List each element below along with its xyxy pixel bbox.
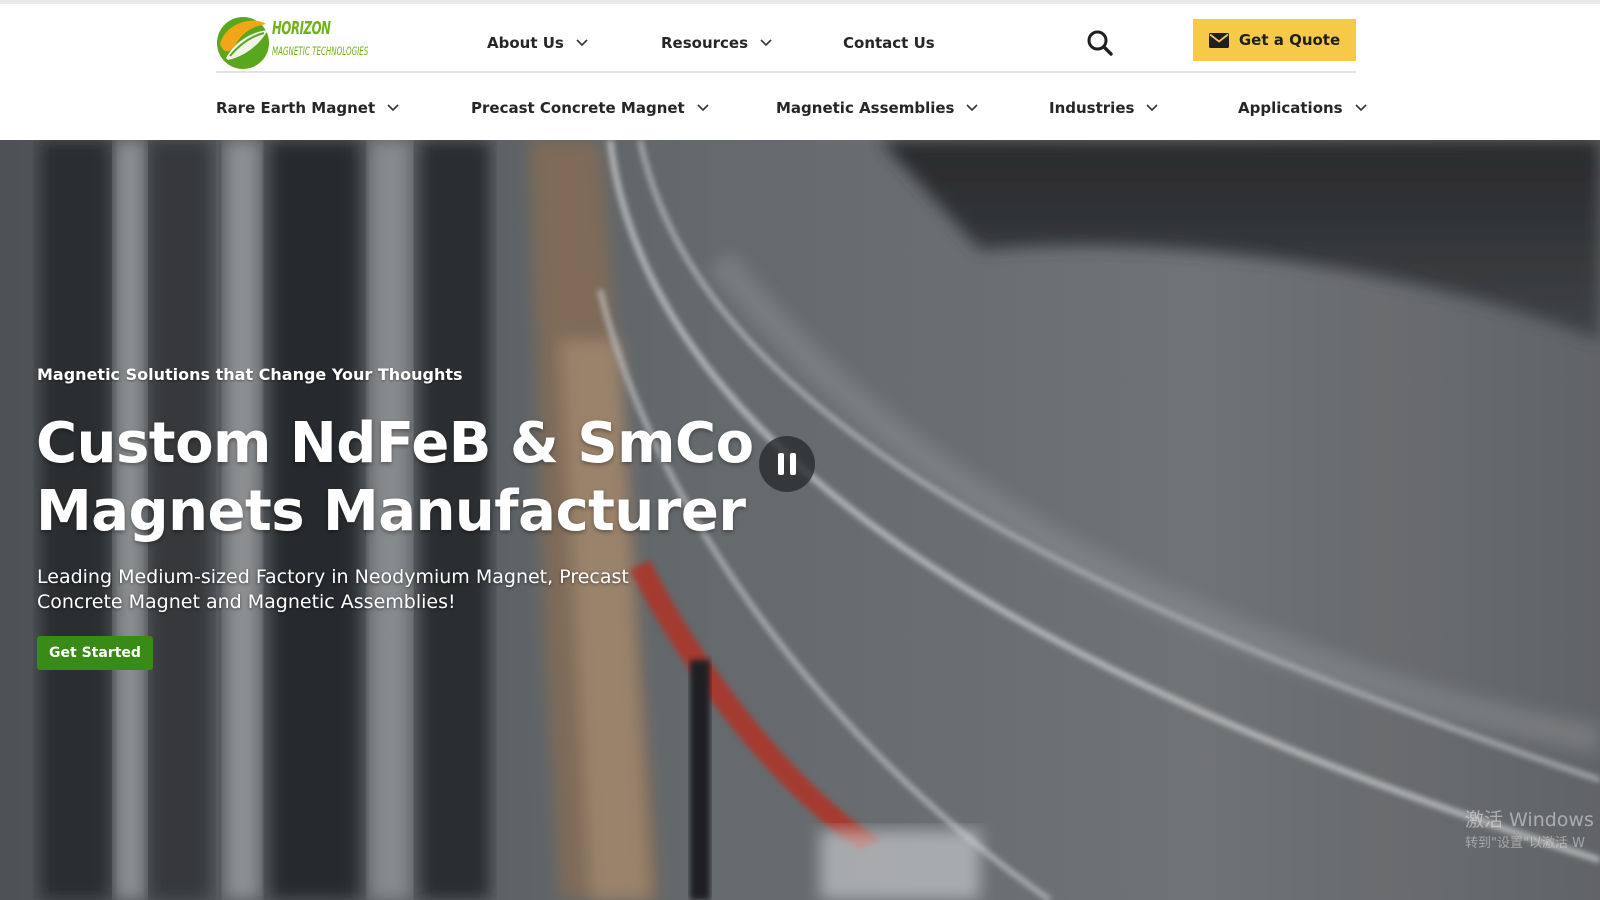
pause-icon [778, 453, 784, 475]
chevron-down-icon [697, 104, 709, 112]
chevron-down-icon [576, 39, 588, 47]
nav-precast-concrete-magnet-label: Precast Concrete Magnet [471, 99, 685, 117]
chevron-down-icon [1146, 104, 1158, 112]
hero-headline-line1: Custom NdFeB & SmCo [36, 411, 754, 476]
chevron-down-icon [760, 39, 772, 47]
chevron-down-icon [966, 104, 979, 112]
nav-about-us-label: About Us [487, 34, 564, 52]
get-a-quote-label: Get a Quote [1238, 31, 1341, 49]
nav-rare-earth-magnet-label: Rare Earth Magnet [216, 99, 376, 117]
hero-headline: Custom NdFeB & SmCo Magnets Manufacturer [36, 410, 796, 546]
hero-eyebrow: Magnetic Solutions that Change Your Thou… [37, 365, 463, 384]
nav-applications[interactable]: Applications [1238, 94, 1367, 122]
logo-leaf-icon [217, 17, 269, 69]
chevron-down-icon [1355, 104, 1367, 112]
nav-resources-label: Resources [661, 34, 749, 52]
mail-icon [1208, 32, 1229, 48]
site-logo[interactable]: HORIZON MAGNETIC TECHNOLOGIES [216, 10, 369, 70]
hero-video-banner: Magnetic Solutions that Change Your Thou… [0, 140, 1600, 900]
search-button[interactable] [1085, 28, 1115, 58]
nav-rare-earth-magnet[interactable]: Rare Earth Magnet [216, 94, 399, 122]
nav-resources[interactable]: Resources [661, 28, 772, 58]
windows-activation-watermark: 激活 Windows [1465, 809, 1594, 831]
nav-contact-us-label: Contact Us [843, 34, 935, 52]
hero-subtitle: Leading Medium-sized Factory in Neodymiu… [37, 566, 629, 613]
nav-industries-label: Industries [1049, 99, 1135, 117]
nav-magnetic-assemblies[interactable]: Magnetic Assemblies [776, 94, 979, 122]
hero-headline-line2: Magnets Manufacturer [36, 479, 746, 544]
get-started-button[interactable]: Get Started [37, 636, 153, 670]
nav-industries[interactable]: Industries [1049, 94, 1158, 122]
video-pause-button[interactable] [759, 436, 815, 492]
nav-about-us[interactable]: About Us [487, 28, 588, 58]
get-a-quote-button[interactable]: Get a Quote [1193, 19, 1356, 61]
chevron-down-icon [387, 104, 399, 112]
logo-name: HORIZON [272, 18, 331, 39]
nav-magnetic-assemblies-label: Magnetic Assemblies [776, 99, 955, 117]
pause-icon-bar [790, 453, 796, 475]
logo-tagline: MAGNETIC TECHNOLOGIES [272, 44, 369, 58]
nav-precast-concrete-magnet[interactable]: Precast Concrete Magnet [471, 94, 709, 122]
nav-applications-label: Applications [1238, 99, 1343, 117]
site-header: HORIZON MAGNETIC TECHNOLOGIES About Us R… [0, 4, 1600, 140]
header-divider [216, 71, 1356, 73]
search-icon [1087, 30, 1113, 56]
nav-contact-us[interactable]: Contact Us [843, 28, 935, 58]
windows-activation-hint: 转到"设置"以激活 W [1465, 836, 1585, 851]
